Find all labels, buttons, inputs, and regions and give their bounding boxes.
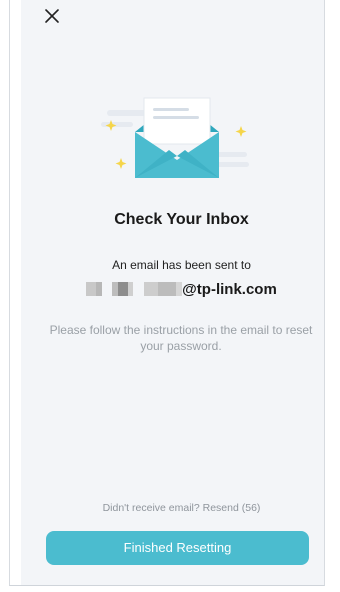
resend-link[interactable]: Didn't receive email? Resend (56) — [30, 502, 333, 514]
sparkle-icon — [115, 158, 127, 169]
background-streak — [107, 110, 147, 116]
close-icon[interactable] — [44, 8, 60, 24]
email-domain: @tp-link.com — [182, 281, 277, 298]
sparkle-icon — [235, 126, 247, 137]
letter-line — [153, 116, 199, 119]
letter — [143, 97, 211, 145]
email-address: @tp-link.com — [30, 281, 333, 298]
background-streak — [101, 122, 133, 127]
finished-resetting-button[interactable]: Finished Resetting — [46, 531, 309, 565]
sparkle-icon — [105, 120, 117, 131]
redacted-email-mask — [86, 281, 183, 296]
open-envelope-illustration — [101, 97, 249, 178]
background-streak — [217, 152, 247, 157]
instructions-text: Please follow the instructions in the em… — [49, 323, 313, 353]
letter-line — [153, 108, 189, 111]
page-title: Check Your Inbox — [114, 211, 249, 228]
email-sent-text: An email has been sent to — [112, 258, 251, 272]
